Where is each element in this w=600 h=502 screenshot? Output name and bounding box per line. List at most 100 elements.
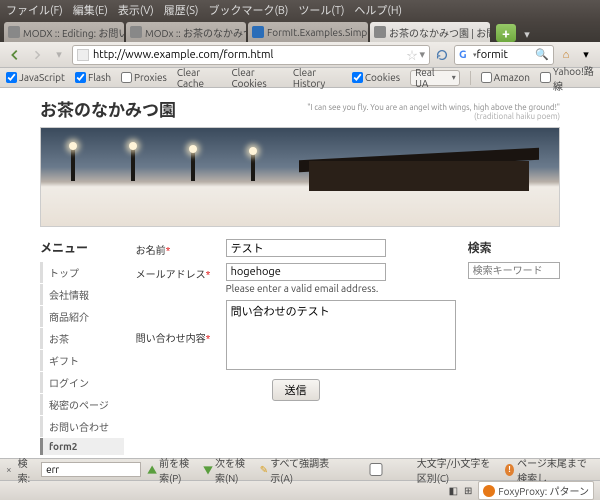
sidebar-item[interactable]: ギフト: [40, 350, 124, 371]
status-icon[interactable]: ◧: [449, 485, 458, 497]
clear-cache-link[interactable]: Clear Cache: [177, 67, 222, 89]
tab-list-dropdown-icon[interactable]: ▾: [520, 26, 534, 42]
findbar-close-icon[interactable]: ×: [6, 464, 12, 475]
sidebar-item[interactable]: 秘密のページ: [40, 394, 124, 415]
home-button[interactable]: ⌂: [558, 47, 574, 63]
recent-pages-dropdown-icon[interactable]: ▾: [50, 46, 68, 64]
menu-help[interactable]: ヘルプ(H): [354, 2, 402, 18]
match-case-checkbox[interactable]: 大文字/小文字を区別(C): [337, 455, 499, 485]
tab-label: FormIt.Examples.Simple …: [267, 27, 368, 38]
find-label: 検索:: [18, 455, 35, 485]
hero-image: [40, 127, 560, 227]
new-tab-button[interactable]: +: [496, 24, 516, 42]
menu-tools[interactable]: ツール(T): [298, 2, 344, 18]
menu-edit[interactable]: 編集(E): [73, 2, 108, 18]
page-favicon-icon: [77, 49, 89, 61]
sidebar-item[interactable]: お問い合わせ: [40, 416, 124, 437]
name-label: お名前*: [136, 239, 226, 257]
highlight-all-button[interactable]: ✎すべて強調表示(A): [260, 455, 332, 485]
tab-2[interactable]: FormIt.Examples.Simple …×: [248, 22, 368, 42]
email-input[interactable]: [226, 263, 386, 281]
menu-bookmarks[interactable]: ブックマーク(B): [208, 2, 288, 18]
sidebar-item[interactable]: トップ: [40, 262, 124, 283]
arrow-up-icon: ▲: [147, 462, 157, 477]
tab-strip: MODX :: Editing: お問い合…× MODx :: お茶のなかみつ園…: [0, 20, 600, 42]
webdeveloper-toolbar: JavaScript Flash Proxies Clear Cache Cle…: [0, 68, 600, 88]
find-status: !ページ末尾まで検索し: [505, 455, 594, 485]
submit-button[interactable]: 送信: [272, 379, 320, 401]
email-label: メールアドレス*: [136, 263, 226, 281]
warning-icon: !: [505, 464, 514, 476]
bookmark-amazon[interactable]: Amazon: [481, 72, 530, 83]
name-input[interactable]: [226, 239, 386, 257]
toggle-cookies[interactable]: Cookies: [352, 72, 400, 83]
favicon-icon: [252, 26, 264, 38]
nav-toolbar: ▾ ☆ ▾ ▾ 🔍 ⌂ ▾: [0, 42, 600, 68]
sidebar-item[interactable]: 会社情報: [40, 284, 124, 305]
urlbar-dropdown-icon[interactable]: ▾: [419, 48, 425, 61]
sidebar-item[interactable]: form2: [40, 438, 124, 455]
checkbox[interactable]: [540, 72, 551, 83]
foxyproxy-icon: [483, 485, 495, 497]
checkbox[interactable]: [352, 72, 363, 83]
menu-history[interactable]: 履歴(S): [164, 2, 199, 18]
search-go-icon[interactable]: 🔍: [535, 48, 549, 61]
clear-cookies-link[interactable]: Clear Cookies: [232, 67, 283, 89]
find-input[interactable]: [41, 462, 141, 477]
sidebar-item[interactable]: 商品紹介: [40, 306, 124, 327]
menu-file[interactable]: ファイル(F): [6, 2, 63, 18]
tab-1[interactable]: MODx :: お茶のなかみつ園×: [126, 22, 246, 42]
menu-view[interactable]: 表示(V): [118, 2, 154, 18]
site-title: お茶のなかみつ園: [40, 96, 176, 121]
clear-history-link[interactable]: Clear History: [293, 67, 342, 89]
separator: [470, 71, 471, 85]
foxyproxy-indicator[interactable]: FoxyProxy: パターン: [478, 481, 594, 500]
tab-label: MODx :: お茶のなかみつ園: [145, 25, 246, 40]
page-viewport[interactable]: お茶のなかみつ園 "I can see you fly. You are an …: [0, 88, 600, 458]
tab-3-active[interactable]: お茶のなかみつ園 | お問い…×: [370, 22, 490, 42]
tab-label: お茶のなかみつ園 | お問い…: [389, 25, 490, 40]
sidebar-item[interactable]: ログイン: [40, 372, 124, 393]
checkbox[interactable]: [6, 72, 17, 83]
checkbox[interactable]: [75, 72, 86, 83]
status-icon[interactable]: ⊞: [464, 485, 472, 497]
tab-0[interactable]: MODX :: Editing: お問い合…×: [4, 22, 124, 42]
checkbox[interactable]: [481, 72, 492, 83]
menu-heading: メニュー: [40, 239, 124, 256]
favicon-icon: [8, 26, 20, 38]
arrow-down-icon: ▼: [203, 462, 213, 477]
forward-button[interactable]: [28, 46, 46, 64]
find-next-button[interactable]: ▼次を検索(N): [203, 455, 254, 485]
toggle-javascript[interactable]: JavaScript: [6, 72, 65, 83]
search-heading: 検索: [468, 239, 560, 256]
header-quote: "I can see you fly. You are an angel wit…: [307, 103, 560, 121]
downloads-icon[interactable]: ▾: [578, 47, 594, 63]
find-prev-button[interactable]: ▲前を検索(P): [147, 455, 197, 485]
toggle-flash[interactable]: Flash: [75, 72, 111, 83]
toggle-proxies[interactable]: Proxies: [121, 72, 167, 83]
highlight-icon: ✎: [260, 464, 268, 476]
favicon-icon: [130, 26, 142, 38]
useragent-select[interactable]: Real UA: [410, 70, 460, 86]
checkbox[interactable]: [337, 463, 414, 476]
bookmark-star-icon[interactable]: ☆: [406, 47, 417, 63]
back-button[interactable]: [6, 46, 24, 64]
search-sidebar: 検索: [468, 239, 560, 456]
reload-button[interactable]: [434, 47, 450, 63]
menubar: ファイル(F) 編集(E) 表示(V) 履歴(S) ブックマーク(B) ツール(…: [0, 0, 600, 20]
email-error-message: Please enter a valid email address.: [226, 283, 456, 294]
search-input[interactable]: [477, 49, 536, 61]
search-engine-bar[interactable]: ▾ 🔍: [454, 45, 554, 65]
sidebar-item[interactable]: お茶: [40, 328, 124, 349]
tab-label: MODX :: Editing: お問い合…: [23, 25, 124, 40]
body-label: 問い合わせ内容*: [136, 300, 226, 345]
sidebar-menu: メニュー トップ会社情報商品紹介お茶ギフトログイン秘密のページお問い合わせfor…: [40, 239, 124, 456]
body-textarea[interactable]: [226, 300, 456, 370]
find-bar: × 検索: ▲前を検索(P) ▼次を検索(N) ✎すべて強調表示(A) 大文字/…: [0, 458, 600, 480]
google-icon[interactable]: [459, 49, 473, 61]
url-bar[interactable]: ☆ ▾: [72, 45, 430, 65]
url-input[interactable]: [93, 49, 406, 61]
site-search-input[interactable]: [468, 262, 560, 279]
bookmark-yahoo-transit[interactable]: Yahoo!路線: [540, 63, 594, 93]
checkbox[interactable]: [121, 72, 132, 83]
